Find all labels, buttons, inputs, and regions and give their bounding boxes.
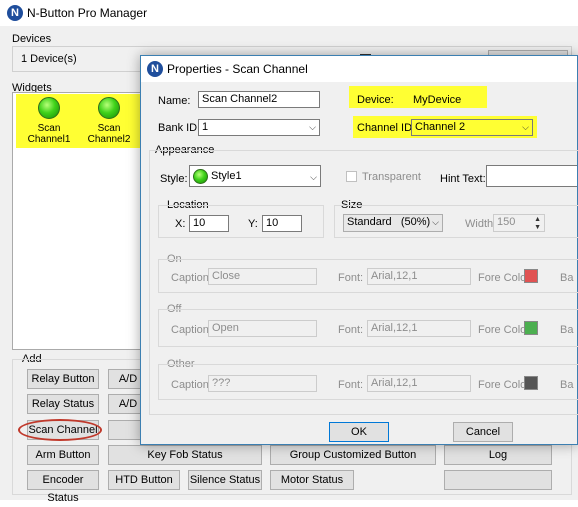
channel-id-label: Channel ID: <box>357 122 416 134</box>
width-value: 150 <box>497 216 516 228</box>
bank-id-label: Bank ID: <box>158 122 201 134</box>
off-fore-color-swatch[interactable] <box>524 321 538 335</box>
green-led-icon <box>98 97 120 119</box>
bank-id-select[interactable]: 1 ⌵ <box>198 119 320 136</box>
extra-button[interactable] <box>444 470 552 490</box>
transparent-checkbox[interactable] <box>346 171 357 182</box>
transparent-label: Transparent <box>362 171 421 183</box>
title-bar: N N-Button Pro Manager <box>0 0 578 26</box>
widget-label: Scan Channel1 <box>27 123 71 145</box>
other-caption-label: Caption: <box>171 379 212 391</box>
on-back-color-label: Ba <box>560 272 574 284</box>
off-caption-input[interactable]: Open <box>208 320 317 337</box>
dialog-logo-icon: N <box>147 61 163 77</box>
on-caption-label: Caption: <box>171 272 212 284</box>
name-label: Name: <box>158 95 191 107</box>
hint-text-label: Hint Text: <box>440 173 486 185</box>
off-font-input[interactable]: Arial,12,1 <box>367 320 471 337</box>
width-label: Width: <box>465 218 497 230</box>
green-led-icon <box>38 97 60 119</box>
chevron-down-icon: ⌵ <box>432 217 439 227</box>
spinner-icon: ▲ ▼ <box>534 216 541 231</box>
other-font-label: Font: <box>338 379 364 391</box>
arm-button-button[interactable]: Arm Button <box>27 445 99 465</box>
app-title: N-Button Pro Manager <box>27 6 148 20</box>
widgets-canvas[interactable]: Scan Channel1 Scan Channel2 <box>12 92 144 350</box>
width-input[interactable]: 150 ▲ ▼ <box>493 214 545 232</box>
on-font-label: Font: <box>338 272 364 284</box>
x-label: X: <box>175 218 186 230</box>
size-select[interactable]: Standard (50%) ⌵ <box>343 214 443 232</box>
hint-text-input[interactable] <box>486 165 577 187</box>
other-back-color-label: Ba <box>560 379 574 391</box>
other-fore-color-swatch[interactable] <box>524 376 538 390</box>
on-font-input[interactable]: Arial,12,1 <box>367 268 471 285</box>
off-back-color-label: Ba <box>560 324 574 336</box>
widget-scan-channel-2[interactable]: Scan Channel2 <box>87 97 131 147</box>
channel-id-value: Channel 2 <box>415 121 466 133</box>
other-font-input[interactable]: Arial,12,1 <box>367 375 471 392</box>
on-fore-color-swatch[interactable] <box>524 269 538 283</box>
chevron-down-icon: ⌵ <box>309 122 316 132</box>
log-button[interactable]: Log <box>444 445 552 465</box>
style-value: Style1 <box>211 170 242 182</box>
ok-button[interactable]: OK <box>329 422 389 442</box>
chevron-down-icon: ⌵ <box>310 172 317 182</box>
size-value: Standard (50%) <box>347 216 431 228</box>
device-label: Device: <box>357 94 394 106</box>
dialog-title-bar: N Properties - Scan Channel <box>141 56 577 82</box>
x-input[interactable]: 10 <box>189 215 229 232</box>
encoder-status-button[interactable]: Encoder Status <box>27 470 99 504</box>
off-font-label: Font: <box>338 324 364 336</box>
other-caption-input[interactable]: ??? <box>208 375 317 392</box>
name-input[interactable]: Scan Channel2 <box>198 91 320 108</box>
y-input[interactable]: 10 <box>262 215 302 232</box>
chevron-down-icon: ⌵ <box>522 122 529 132</box>
relay-status-button[interactable]: Relay Status <box>27 394 99 414</box>
silence-status-button[interactable]: Silence Status <box>188 470 262 490</box>
off-caption-label: Caption: <box>171 324 212 336</box>
bank-id-value: 1 <box>202 121 209 133</box>
on-caption-input[interactable]: Close <box>208 268 317 285</box>
cancel-button[interactable]: Cancel <box>453 422 513 442</box>
app-logo-icon: N <box>7 5 23 21</box>
device-count: 1 Device(s) <box>21 53 77 65</box>
motor-status-button[interactable]: Motor Status <box>270 470 354 490</box>
channel-id-select[interactable]: Channel 2 ⌵ <box>411 119 533 136</box>
green-led-icon <box>193 169 208 184</box>
style-select[interactable]: Style1 ⌵ <box>189 165 321 187</box>
y-label: Y: <box>248 218 258 230</box>
widget-label: Scan Channel2 <box>87 123 131 145</box>
widget-scan-channel-1[interactable]: Scan Channel1 <box>27 97 71 147</box>
style-label: Style: <box>160 173 188 185</box>
group-customized-button-button[interactable]: Group Customized Button <box>270 445 436 465</box>
htd-button-button[interactable]: HTD Button <box>108 470 180 490</box>
properties-dialog: N Properties - Scan Channel Name: Scan C… <box>140 55 578 445</box>
devices-header: Devices <box>12 33 52 45</box>
key-fob-status-button[interactable]: Key Fob Status <box>108 445 262 465</box>
relay-button-button[interactable]: Relay Button <box>27 369 99 389</box>
dialog-title: Properties - Scan Channel <box>167 62 308 76</box>
scan-channel-annotation-ellipse <box>18 419 102 441</box>
device-value: MyDevice <box>413 94 462 106</box>
